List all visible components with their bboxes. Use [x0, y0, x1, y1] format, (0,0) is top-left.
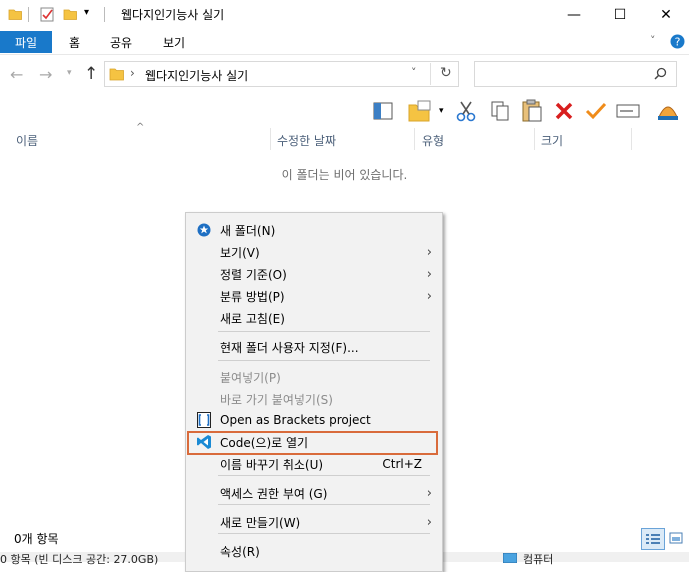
- submenu-arrow-icon: ›: [426, 514, 432, 530]
- close-button[interactable]: ✕: [643, 0, 689, 30]
- menu-item[interactable]: 액세스 권한 부여 (G) ›: [186, 482, 442, 504]
- submenu-arrow-icon: ›: [426, 485, 432, 501]
- shell-icon[interactable]: [655, 98, 681, 124]
- empty-folder-message: 이 폴더는 비어 있습니다.: [281, 168, 408, 182]
- address-dropdown-icon[interactable]: ˅: [411, 66, 417, 79]
- navigation-pane-icon[interactable]: [370, 98, 396, 124]
- delete-icon[interactable]: [551, 98, 577, 124]
- menu-item[interactable]: 속성(R): [186, 540, 442, 562]
- menu-separator: [218, 475, 430, 476]
- new-folder-qat-icon[interactable]: [63, 7, 77, 21]
- menu-item-label: 액세스 권한 부여 (G): [220, 486, 328, 501]
- window-title: 웹다지인기능사 실기: [121, 8, 225, 22]
- column-divider[interactable]: [534, 128, 535, 150]
- help-icon[interactable]: ?: [670, 34, 685, 49]
- forward-icon[interactable]: →: [39, 65, 52, 84]
- menu-item[interactable]: 정렬 기준(O) ›: [186, 263, 442, 285]
- search-icon: [654, 67, 667, 80]
- menu-item-label: 새 폴더(N): [220, 223, 276, 238]
- back-icon[interactable]: ←: [10, 65, 23, 84]
- menu-separator: [218, 331, 430, 332]
- brackets-icon: [196, 412, 212, 428]
- tab-file[interactable]: 파일: [0, 31, 52, 53]
- up-icon[interactable]: ↑: [84, 64, 98, 84]
- menu-item[interactable]: 붙여넣기(P): [186, 366, 442, 388]
- ribbon-bar: [0, 30, 689, 55]
- submenu-arrow-icon: ›: [426, 244, 432, 260]
- address-divider: [430, 63, 431, 85]
- column-divider[interactable]: [631, 128, 632, 150]
- column-divider[interactable]: [414, 128, 415, 150]
- menu-item[interactable]: 바로 가기 붙여넣기(S): [186, 388, 442, 410]
- folder-icon: [8, 9, 22, 20]
- menu-item[interactable]: 이름 바꾸기 취소(U) Ctrl+Z: [186, 453, 442, 475]
- menu-item[interactable]: 분류 방법(P) ›: [186, 285, 442, 307]
- column-name[interactable]: 이름: [16, 128, 38, 152]
- breadcrumb-current[interactable]: 웹다지인기능사 실기: [145, 67, 248, 84]
- computer-label: 컴퓨터: [523, 553, 554, 566]
- menu-item[interactable]: 새로 고침(E): [186, 307, 442, 329]
- menu-separator: [218, 360, 430, 361]
- rename-icon[interactable]: [615, 98, 641, 124]
- recent-locations-icon[interactable]: ▾: [67, 68, 72, 78]
- tab-view[interactable]: 보기: [163, 31, 185, 53]
- search-input[interactable]: [474, 61, 677, 87]
- menu-item[interactable]: 새 폴더(N): [186, 219, 442, 241]
- details-view-icon[interactable]: [641, 528, 665, 550]
- copy-icon[interactable]: [487, 98, 513, 124]
- menu-item[interactable]: 새로 만들기(W) ›: [186, 511, 442, 533]
- title-divider: [104, 7, 105, 22]
- menu-item-shortcut: Ctrl+Z: [382, 457, 422, 471]
- submenu-arrow-icon: ›: [426, 266, 432, 282]
- qat-dropdown-icon[interactable]: ▾: [84, 7, 89, 18]
- menu-item-label: 새로 고침(E): [220, 311, 285, 326]
- menu-item-label: 현재 폴더 사용자 지정(F)...: [220, 340, 359, 355]
- menu-item-label: 보기(V): [220, 245, 260, 260]
- address-folder-icon: [109, 68, 124, 81]
- refresh-icon[interactable]: ↻: [440, 65, 452, 81]
- menu-item-label: 이름 바꾸기 취소(U): [220, 457, 324, 472]
- maximize-button[interactable]: ☐: [597, 0, 643, 30]
- cut-icon[interactable]: [453, 98, 479, 124]
- column-date[interactable]: 수정한 날짜: [277, 128, 336, 152]
- breadcrumb-separator: ›: [130, 66, 135, 80]
- menu-separator: [218, 533, 430, 534]
- sort-indicator-icon: ^: [136, 122, 145, 133]
- item-count: 0개 항목: [14, 532, 59, 546]
- paste-icon[interactable]: [519, 98, 545, 124]
- disk-space-status: 0 항목 (빈 디스크 공간: 27.0GB): [0, 553, 159, 566]
- svg-text:?: ?: [675, 36, 681, 49]
- tab-home[interactable]: 홈: [69, 31, 80, 53]
- menu-item-label: 속성(R): [220, 544, 260, 559]
- menu-item-label: 바로 가기 붙여넣기(S): [220, 392, 333, 407]
- menu-separator: [218, 504, 430, 505]
- submenu-arrow-icon: ›: [426, 288, 432, 304]
- large-icons-view-icon[interactable]: [665, 528, 687, 548]
- column-size[interactable]: 크기: [541, 128, 563, 152]
- properties-icon[interactable]: [40, 7, 54, 22]
- checkmark-icon[interactable]: [583, 98, 609, 124]
- menu-item-label: Open as Brackets project: [220, 413, 371, 427]
- context-menu: 새 폴더(N) 보기(V) › 정렬 기준(O) › 분류 방법(P) › 새로 고침(E) 현…: [185, 212, 443, 572]
- menu-item[interactable]: 보기(V) ›: [186, 241, 442, 263]
- tab-share[interactable]: 공유: [110, 31, 132, 53]
- menu-item[interactable]: Open as Brackets project: [186, 409, 442, 431]
- menu-item-label: 새로 만들기(W): [220, 515, 301, 530]
- menu-item-label: 정렬 기준(O): [220, 267, 287, 282]
- qat-divider: [28, 7, 29, 22]
- column-type[interactable]: 유형: [422, 128, 444, 152]
- new-folder-icon: [196, 222, 212, 238]
- menu-item[interactable]: 현재 폴더 사용자 지정(F)...: [186, 336, 442, 358]
- new-folder-toolbar-icon[interactable]: [407, 98, 433, 124]
- highlight-box: [187, 431, 438, 455]
- ribbon-expand-icon[interactable]: ˅: [650, 34, 656, 47]
- column-divider[interactable]: [270, 128, 271, 150]
- menu-item-label: 붙여넣기(P): [220, 370, 281, 385]
- menu-item-label: 분류 방법(P): [220, 289, 285, 304]
- minimize-button[interactable]: —: [551, 0, 597, 30]
- new-folder-dropdown-icon[interactable]: ▾: [439, 106, 444, 116]
